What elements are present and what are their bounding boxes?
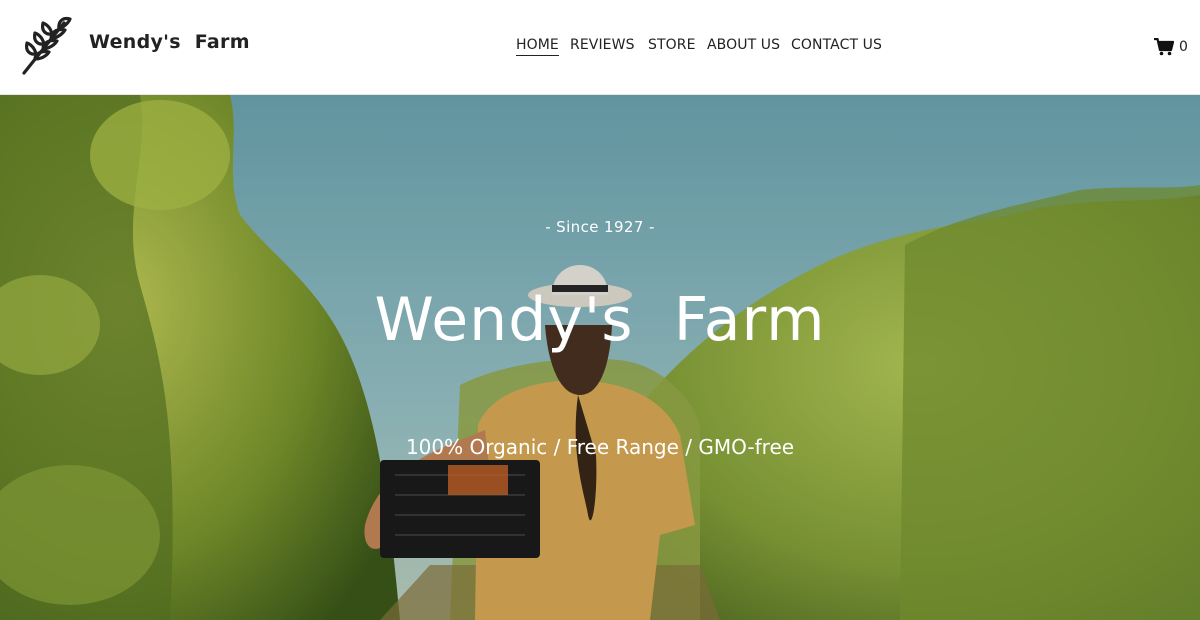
hero-since: - Since 1927 -	[545, 218, 655, 236]
leaf-branch-icon[interactable]	[12, 15, 74, 77]
site-title[interactable]: Wendy's Farm	[89, 31, 250, 53]
cart-count: 0	[1179, 39, 1188, 55]
shopping-cart-icon	[1154, 38, 1174, 56]
nav-contact-us[interactable]: CONTACT US	[791, 37, 882, 53]
cart-button[interactable]: 0	[1154, 36, 1188, 58]
site-header: Wendy's Farm HOME REVIEWS STORE ABOUT US…	[0, 0, 1200, 95]
hero-overlay	[0, 95, 1200, 620]
hero-title: Wendy's Farm	[374, 285, 826, 355]
hero-section: - Since 1927 - Wendy's Farm 100% Organic…	[0, 95, 1200, 620]
nav-about-us[interactable]: ABOUT US	[707, 37, 780, 53]
hero-tagline: 100% Organic / Free Range / GMO-free	[405, 435, 795, 459]
nav-store[interactable]: STORE	[648, 37, 696, 53]
nav-home[interactable]: HOME	[516, 37, 559, 56]
nav-reviews[interactable]: REVIEWS	[570, 37, 635, 53]
